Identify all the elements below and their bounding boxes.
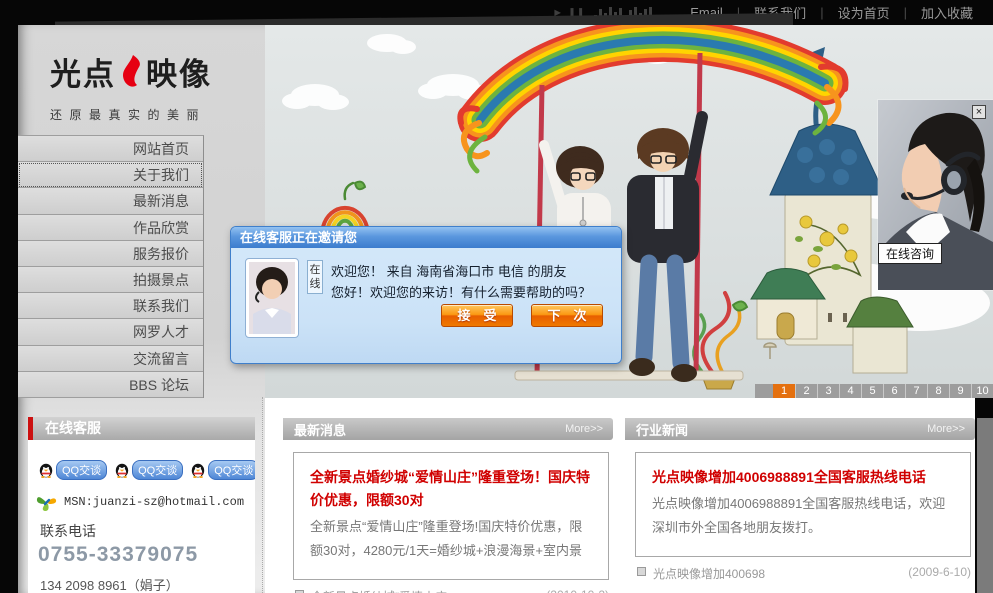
news-list-item[interactable]: 全新景点婚纱城“爱情山庄 (2010-10-2) xyxy=(295,588,609,593)
qq-penguin-icon xyxy=(190,462,206,478)
chat-message: 欢迎您！ 来自 海南省海口市 电信 的朋友 您好！欢迎您的来访！有什么需要帮助的… xyxy=(331,261,613,303)
msn-row: MSN:juanzi-sz@hotmail.com xyxy=(36,492,255,512)
menu-item-contact[interactable]: 联系我们 xyxy=(18,293,203,319)
industry-news-header: 行业新闻 More>> xyxy=(625,418,975,440)
menu-item-works[interactable]: 作品欣赏 xyxy=(18,215,203,241)
online-status-badge: 在线 xyxy=(307,260,323,294)
chat-message-line1: 欢迎您！ 来自 海南省海口市 电信 的朋友 xyxy=(331,261,613,282)
accept-button[interactable]: 接 受 xyxy=(441,304,513,327)
service-card-header: 在线客服 xyxy=(28,417,255,440)
set-homepage-link[interactable]: 设为首页 xyxy=(834,3,894,22)
menu-item-guestbook[interactable]: 交流留言 xyxy=(18,346,203,372)
latest-news-title: 最新消息 xyxy=(294,420,346,439)
qq-chat-button[interactable]: QQ交谈 xyxy=(190,460,255,480)
phone-number-alt1: 134 2098 8961（娟子） xyxy=(40,575,255,593)
brand-tagline: 还原最真实的美丽 xyxy=(50,106,212,123)
main-menu: 网站首页 关于我们 最新消息 作品欣赏 服务报价 拍摄景点 联系我们 网罗人才 … xyxy=(18,135,204,398)
latest-news-header: 最新消息 More>> xyxy=(283,418,613,440)
list-item-text: 光点映像增加400698 xyxy=(653,565,894,582)
latest-news-column: 最新消息 More>> 全新景点婚纱城“爱情山庄”隆重登场！国庆特价优惠，限额3… xyxy=(283,418,613,593)
content-area: 最新消息 More>> 全新景点婚纱城“爱情山庄”隆重登场！国庆特价优惠，限额3… xyxy=(265,398,975,593)
msn-address: MSN:juanzi-sz@hotmail.com xyxy=(64,495,244,509)
chat-dialog-body: 在线 欢迎您！ 来自 海南省海口市 电信 的朋友 您好！欢迎您的来访！有什么需要… xyxy=(231,248,621,364)
page-2[interactable]: 2 xyxy=(795,384,817,398)
chat-dialog-titlebar[interactable]: 在线客服正在邀请您 xyxy=(231,227,621,248)
online-service-card: 在线客服 QQ交谈 QQ交谈 QQ交谈 xyxy=(28,417,255,593)
logo: 光点 映像 还原最真实的美丽 xyxy=(50,49,212,123)
page: ► ❚❚ Email | 联系我们 | 设为首页 | 加入收藏 光点 映像 还原… xyxy=(0,0,993,593)
qq-chat-label: QQ交谈 xyxy=(56,460,107,480)
consult-label[interactable]: 在线咨询 xyxy=(878,243,942,264)
banner-pagination: 1 2 3 4 5 6 7 8 9 10 xyxy=(755,384,993,398)
flame-icon xyxy=(119,54,143,90)
topbar-separator: | xyxy=(904,5,907,20)
consult-overlay: × 在线咨询 xyxy=(878,100,993,290)
menu-item-home[interactable]: 网站首页 xyxy=(18,136,203,162)
brand-left-text: 光点 xyxy=(50,49,116,94)
menu-item-bbs[interactable]: BBS 论坛 xyxy=(18,372,203,398)
close-icon[interactable]: × xyxy=(972,105,986,119)
qq-chat-label: QQ交谈 xyxy=(208,460,255,480)
industry-news-feature-box: 光点映像增加4006988891全国客服热线电话 光点映像增加400698889… xyxy=(635,452,971,557)
phone-number-main: 0755-33379075 xyxy=(38,543,255,567)
page-9[interactable]: 9 xyxy=(949,384,971,398)
menu-item-jobs[interactable]: 网罗人才 xyxy=(18,319,203,345)
latest-news-feature-box: 全新景点婚纱城“爱情山庄”隆重登场！国庆特价优惠，限额30对 全新景点“爱情山庄… xyxy=(293,452,609,580)
feature-summary: 光点映像增加4006988891全国客服热线电话，欢迎深圳市外全国各地朋友拨打。 xyxy=(652,492,954,540)
msn-butterfly-icon xyxy=(36,492,58,512)
list-item-date: (2009-6-10) xyxy=(908,565,971,579)
page-5[interactable]: 5 xyxy=(861,384,883,398)
brand-right-text: 映像 xyxy=(146,49,212,94)
industry-news-title: 行业新闻 xyxy=(636,420,688,439)
brand-name: 光点 映像 xyxy=(50,49,212,94)
list-bullet-icon xyxy=(637,567,646,576)
page-3[interactable]: 3 xyxy=(817,384,839,398)
industry-news-more-link[interactable]: More>> xyxy=(927,423,965,435)
pagination-lead xyxy=(755,384,773,398)
menu-item-news[interactable]: 最新消息 xyxy=(18,188,203,214)
qq-penguin-icon xyxy=(114,462,130,478)
page-10[interactable]: 10 xyxy=(971,384,993,398)
chat-message-line2: 您好！欢迎您的来访！有什么需要帮助的吗？ xyxy=(331,282,613,303)
left-panel: 光点 映像 还原最真实的美丽 网站首页 关于我们 最新消息 作品欣赏 服务报价 … xyxy=(18,25,265,593)
qq-chat-button[interactable]: QQ交谈 xyxy=(114,460,183,480)
feature-title-link[interactable]: 光点映像增加4006988891全国客服热线电话 xyxy=(652,466,954,489)
page-4[interactable]: 4 xyxy=(839,384,861,398)
topbar-separator: | xyxy=(820,5,823,20)
chat-invite-dialog: 在线客服正在邀请您 在线 欢迎您！ 来自 海南省海口市 电信 的朋友 您好！欢迎… xyxy=(230,226,622,364)
menu-item-pricing[interactable]: 服务报价 xyxy=(18,241,203,267)
add-favorite-link[interactable]: 加入收藏 xyxy=(917,3,977,22)
menu-item-about[interactable]: 关于我们 xyxy=(18,162,203,188)
right-edge-strip xyxy=(977,418,993,593)
latest-news-more-link[interactable]: More>> xyxy=(565,423,603,435)
list-item-text: 全新景点婚纱城“爱情山庄 xyxy=(311,588,532,593)
page-6[interactable]: 6 xyxy=(883,384,905,398)
page-8[interactable]: 8 xyxy=(927,384,949,398)
list-item-date: (2010-10-2) xyxy=(546,588,609,593)
phone-title: 联系电话 xyxy=(40,521,255,541)
page-1[interactable]: 1 xyxy=(773,384,795,398)
qq-button-row: QQ交谈 QQ交谈 QQ交谈 xyxy=(38,460,249,480)
news-list-item[interactable]: 光点映像增加400698 (2009-6-10) xyxy=(637,565,971,582)
menu-item-locations[interactable]: 拍摄景点 xyxy=(18,267,203,293)
qq-penguin-icon xyxy=(38,462,54,478)
later-button[interactable]: 下 次 xyxy=(531,304,603,327)
feature-summary: 全新景点“爱情山庄”隆重登场!国庆特价优惠，限额30对，4280元/1天=婚纱城… xyxy=(310,515,592,563)
chat-buttons: 接 受 下 次 xyxy=(441,304,603,327)
agent-avatar xyxy=(245,258,299,338)
industry-news-column: 行业新闻 More>> 光点映像增加4006988891全国客服热线电话 光点映… xyxy=(625,418,975,582)
service-card-title: 在线客服 xyxy=(33,417,255,440)
qq-chat-button[interactable]: QQ交谈 xyxy=(38,460,107,480)
qq-chat-label: QQ交谈 xyxy=(132,460,183,480)
feature-title-link[interactable]: 全新景点婚纱城“爱情山庄”隆重登场！国庆特价优惠，限额30对 xyxy=(310,466,592,512)
page-7[interactable]: 7 xyxy=(905,384,927,398)
